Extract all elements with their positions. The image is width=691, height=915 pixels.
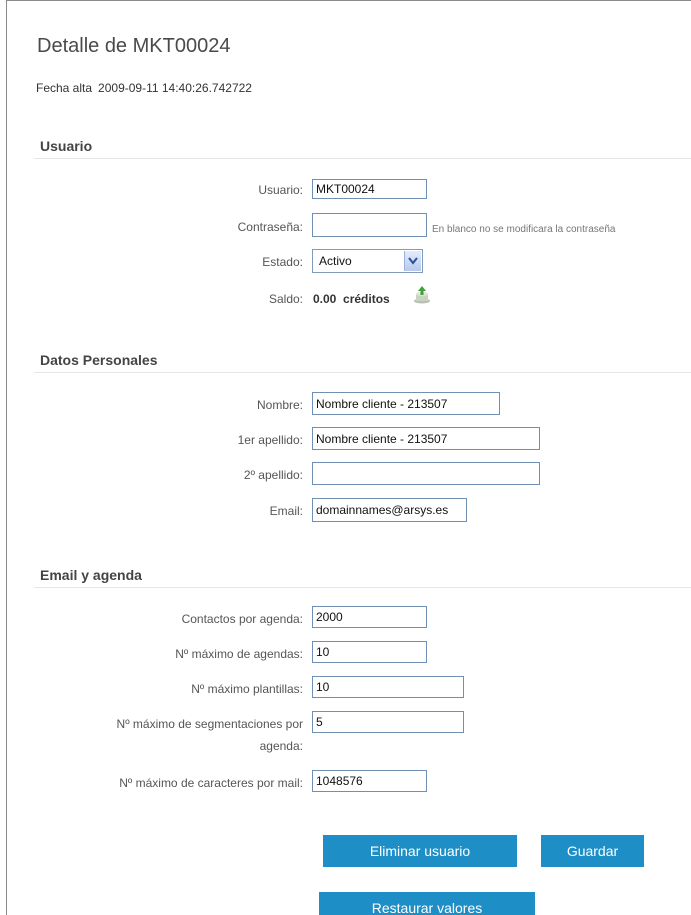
estado-select[interactable]: Activo bbox=[312, 249, 423, 273]
section-title-email-agenda: Email y agenda bbox=[40, 567, 142, 583]
email-label: Email: bbox=[269, 504, 303, 518]
max-caracteres-input[interactable] bbox=[312, 770, 427, 792]
guardar-button[interactable]: Guardar bbox=[541, 835, 644, 867]
chevron-down-icon[interactable] bbox=[404, 251, 421, 271]
estado-select-value: Activo bbox=[319, 254, 352, 268]
email-input[interactable] bbox=[312, 498, 467, 522]
max-plantillas-label: Nº máximo plantillas: bbox=[191, 682, 303, 696]
password-hint: En blanco no se modificara la contraseña bbox=[432, 224, 616, 235]
section-divider bbox=[34, 158, 691, 159]
saldo-label: Saldo: bbox=[268, 292, 303, 306]
page-title: Detalle de MKT00024 bbox=[37, 35, 231, 57]
eliminar-usuario-button[interactable]: Eliminar usuario bbox=[323, 835, 517, 867]
apellido1-input[interactable] bbox=[312, 427, 540, 450]
max-plantillas-input[interactable] bbox=[312, 676, 464, 698]
apellido2-label: 2º apellido: bbox=[243, 468, 303, 482]
fecha-alta-value: 2009-09-11 14:40:26.742722 bbox=[98, 81, 252, 95]
estado-label: Estado: bbox=[262, 255, 303, 269]
usuario-input[interactable] bbox=[312, 179, 427, 199]
max-segmentaciones-input[interactable] bbox=[312, 711, 464, 733]
password-input[interactable] bbox=[312, 213, 427, 237]
password-label: Contraseña: bbox=[237, 220, 303, 234]
apellido2-input[interactable] bbox=[312, 462, 540, 485]
max-agendas-input[interactable] bbox=[312, 641, 427, 663]
restaurar-valores-button[interactable]: Restaurar valores bbox=[319, 892, 535, 915]
section-divider bbox=[34, 372, 691, 373]
apellido1-label: 1er apellido: bbox=[237, 433, 303, 447]
contactos-input[interactable] bbox=[312, 606, 427, 628]
max-segmentaciones-label-line1: Nº máximo de segmentaciones por bbox=[116, 717, 303, 731]
fecha-alta-label: Fecha alta bbox=[36, 81, 93, 95]
section-title-datos-personales: Datos Personales bbox=[40, 352, 158, 368]
saldo-value: 0.00 créditos bbox=[313, 292, 390, 306]
nombre-label: Nombre: bbox=[256, 398, 303, 412]
add-credits-icon[interactable] bbox=[412, 284, 432, 304]
max-segmentaciones-label-line2: agenda: bbox=[259, 739, 303, 753]
detail-panel: Detalle de MKT00024 Fecha alta 2009-09-11… bbox=[6, 0, 691, 915]
section-divider bbox=[34, 587, 691, 588]
usuario-label: Usuario: bbox=[258, 183, 303, 197]
section-title-usuario: Usuario bbox=[40, 138, 93, 154]
max-agendas-label: Nº máximo de agendas: bbox=[175, 647, 303, 661]
contactos-label: Contactos por agenda: bbox=[181, 612, 303, 626]
fecha-alta: Fecha alta 2009-09-11 14:40:26.742722 bbox=[36, 81, 258, 95]
nombre-input[interactable] bbox=[312, 392, 500, 415]
max-caracteres-label: Nº máximo de caracteres por mail: bbox=[119, 776, 303, 790]
